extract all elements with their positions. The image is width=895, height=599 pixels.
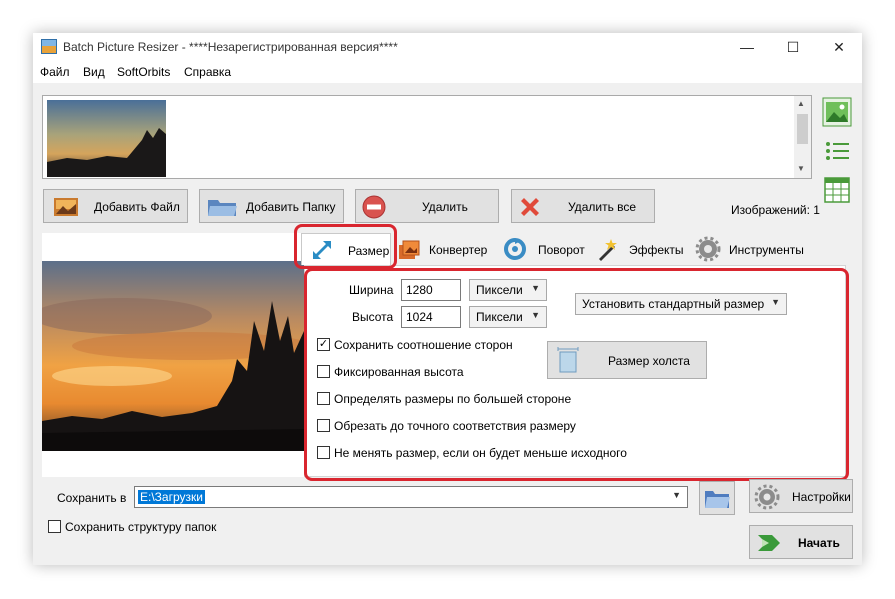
title-bar: Batch Picture Resizer - ****Незарегистри…	[33, 33, 862, 61]
height-input[interactable]: 1024	[401, 306, 461, 328]
chevron-down-icon: ▼	[531, 283, 540, 293]
tab-resize[interactable]: Размер	[301, 233, 391, 265]
crop-exact-checkbox[interactable]	[317, 419, 330, 432]
maximize-button[interactable]: ☐	[770, 33, 816, 61]
file-list-scrollbar[interactable]: ▲ ▼	[794, 96, 811, 178]
add-file-button[interactable]: Добавить Файл	[43, 189, 188, 223]
start-button[interactable]: Начать	[749, 525, 853, 559]
save-path-value: E:\Загрузки	[138, 490, 205, 504]
crop-exact-label: Обрезать до точного соответствия размеру	[334, 419, 576, 433]
checkmark-icon: ✓	[318, 338, 329, 350]
resize-icon	[313, 241, 331, 259]
menu-help[interactable]: Справка	[184, 65, 231, 79]
convert-icon	[399, 240, 420, 259]
image-thumbnail[interactable]	[47, 100, 166, 177]
browse-folder-button[interactable]	[699, 481, 735, 515]
scroll-down-icon[interactable]: ▼	[797, 164, 805, 173]
menu-softorbits[interactable]: SoftOrbits	[117, 65, 170, 79]
image-view-icon[interactable]	[822, 97, 852, 127]
menu-view[interactable]: Вид	[83, 65, 105, 79]
width-unit-select[interactable]: Пиксели ▼	[469, 279, 547, 301]
delete-button[interactable]: Удалить	[355, 189, 499, 223]
tools-icon	[695, 236, 721, 262]
fixed-height-checkbox[interactable]	[317, 365, 330, 378]
tab-converter[interactable]: Конвертер	[395, 233, 493, 265]
canvas-icon	[557, 347, 579, 373]
fixed-height-label: Фиксированная высота	[334, 365, 464, 379]
height-unit-select[interactable]: Пиксели ▼	[469, 306, 547, 328]
window-title: Batch Picture Resizer - ****Незарегистри…	[63, 40, 398, 54]
keep-folder-structure-label: Сохранить структуру папок	[65, 520, 217, 534]
menu-file[interactable]: Файл	[40, 65, 70, 79]
close-button[interactable]: ✕	[816, 33, 862, 61]
keep-aspect-ratio-checkbox[interactable]: ✓	[317, 338, 330, 351]
tab-rotate[interactable]: Поворот	[497, 233, 585, 265]
save-path-input[interactable]: E:\Загрузки ▼	[134, 486, 688, 508]
minimize-button[interactable]: —	[724, 33, 770, 61]
effects-icon	[599, 239, 617, 261]
keep-aspect-ratio-label: Сохранить соотношение сторон	[334, 338, 513, 352]
width-label: Ширина	[349, 283, 394, 297]
preview-image	[42, 261, 304, 451]
scroll-up-icon[interactable]: ▲	[797, 99, 805, 108]
delete-all-button[interactable]: Удалить все	[511, 189, 655, 223]
add-folder-icon	[208, 200, 237, 216]
app-icon	[41, 39, 57, 54]
app-window: Batch Picture Resizer - ****Незарегистри…	[33, 33, 862, 565]
preset-size-select[interactable]: Установить стандартный размер ▼	[575, 293, 787, 315]
grid-view-icon[interactable]	[822, 175, 852, 205]
tab-tools[interactable]: Инструменты	[689, 233, 804, 265]
menu-bar: Файл Вид SoftOrbits Справка	[33, 61, 862, 83]
delete-icon	[362, 195, 386, 219]
preview-panel	[42, 233, 304, 477]
start-arrow-icon	[758, 535, 780, 551]
settings-button[interactable]: Настройки	[749, 479, 853, 513]
width-input[interactable]: 1280	[401, 279, 461, 301]
chevron-down-icon: ▼	[672, 490, 681, 500]
larger-side-label: Определять размеры по большей стороне	[334, 392, 572, 406]
gear-icon	[754, 484, 780, 510]
larger-side-checkbox[interactable]	[317, 392, 330, 405]
height-label: Высота	[352, 310, 394, 324]
resize-settings-panel: Ширина 1280 Пиксели ▼ Высота 1024 Пиксел…	[304, 265, 846, 477]
rotate-icon	[504, 238, 526, 260]
chevron-down-icon: ▼	[531, 310, 540, 320]
save-to-label: Сохранить в	[57, 491, 127, 505]
canvas-size-button[interactable]: Размер холста	[547, 341, 707, 379]
tab-effects[interactable]: Эффекты	[589, 233, 685, 265]
file-list[interactable]: ▲ ▼	[42, 95, 812, 179]
image-count: Изображений: 1	[731, 203, 820, 217]
no-upscale-label: Не менять размер, если он будет меньше и…	[334, 446, 627, 460]
scroll-thumb[interactable]	[797, 114, 808, 144]
chevron-down-icon: ▼	[771, 297, 780, 307]
list-view-icon[interactable]	[822, 136, 852, 166]
add-folder-button[interactable]: Добавить Папку	[199, 189, 344, 223]
no-upscale-checkbox[interactable]	[317, 446, 330, 459]
browse-folder-icon	[705, 491, 730, 508]
add-file-icon	[54, 198, 78, 216]
delete-all-icon	[521, 198, 539, 216]
keep-folder-structure-checkbox[interactable]	[48, 520, 61, 533]
